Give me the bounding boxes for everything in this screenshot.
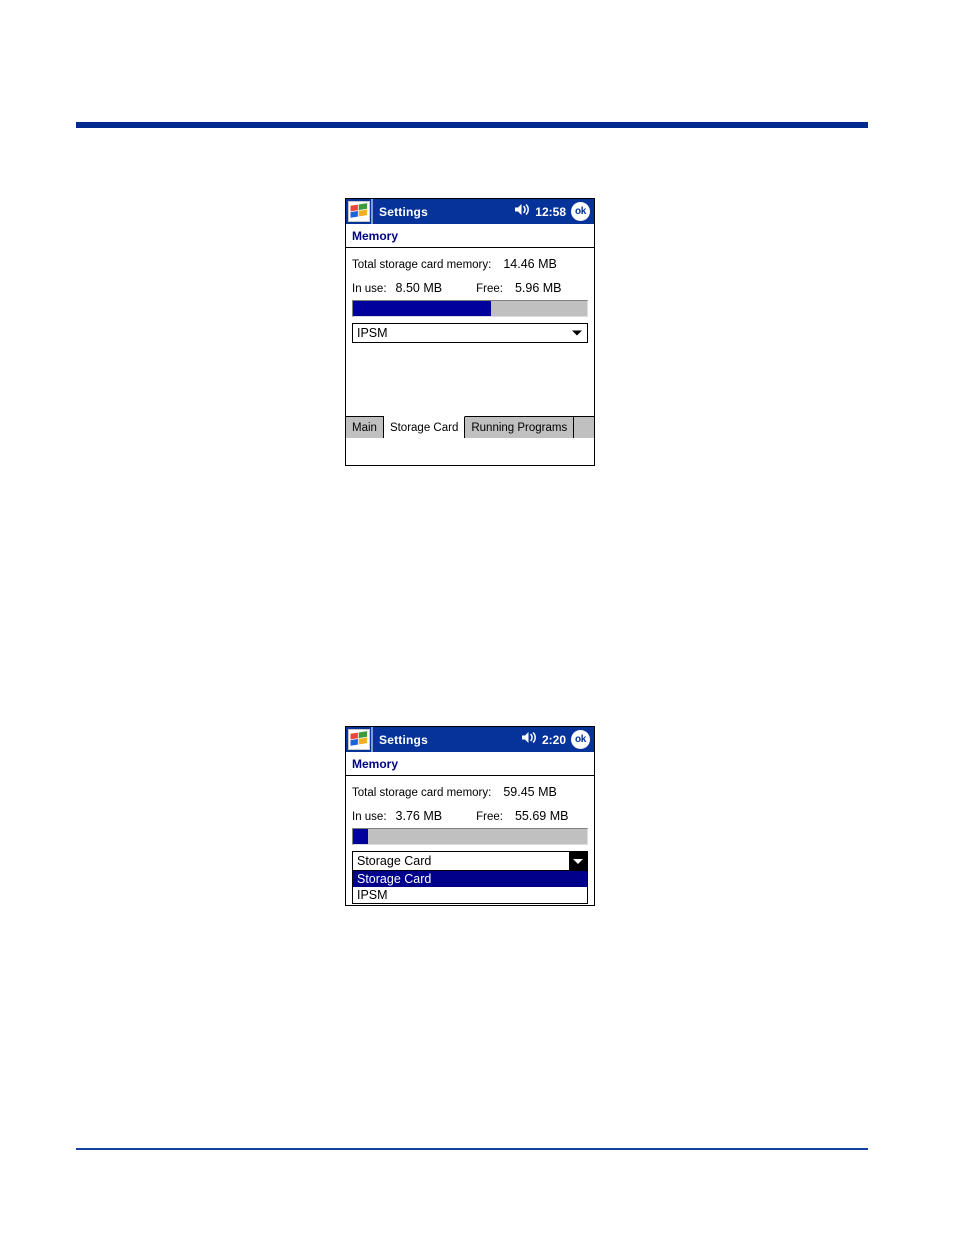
total-storage-value: 14.46 MB [503,257,557,271]
page-title: Memory [352,756,399,771]
memory-usage-bar [352,300,588,317]
total-storage-row: Total storage card memory: 59.45 MB [346,776,594,799]
memory-usage-bar-fill [353,301,491,316]
tab-running-programs[interactable]: Running Programs [465,417,575,438]
pda-title-text: Settings [379,204,428,219]
tab-storage-card[interactable]: Storage Card [383,416,466,438]
pda-clock: 12:58 [535,204,566,219]
pda-screenshot-memory-dropdown-open: Settings 2:20 ok Memory Total storage ca… [345,726,595,906]
inuse-label: In use: [352,811,387,823]
total-storage-label: Total storage card memory: [352,259,492,271]
chevron-down-icon[interactable] [569,852,587,870]
ok-button[interactable]: ok [571,730,590,749]
windows-flag-icon[interactable] [348,201,370,222]
windows-flag-icon[interactable] [348,729,370,750]
storage-select-value: IPSM [357,326,388,340]
tab-running-programs-label: Running Programs [471,421,568,434]
storage-select[interactable]: IPSM [352,323,588,343]
pda-clock: 2:20 [541,732,566,747]
inuse-label: In use: [352,283,387,295]
tab-main-label: Main [352,421,377,434]
title-bar-status-area: 12:58 ok [514,199,590,224]
speaker-icon[interactable] [521,731,537,749]
tab-strip: Main Storage Card Running Programs [346,416,594,438]
inuse-free-row: In use: 3.76 MB Free: 55.69 MB [346,799,594,823]
pda-title-bar: Settings 2:20 ok [346,727,594,752]
app-header: Memory [346,224,594,248]
page-header-rule [76,122,868,128]
app-header: Memory [346,752,594,776]
tab-main[interactable]: Main [346,417,384,438]
free-value: 55.69 MB [514,809,569,823]
pda-title-bar: Settings 12:58 ok [346,199,594,224]
pda-title-text: Settings [379,732,428,747]
page-footer-rule [76,1148,868,1150]
page-title: Memory [352,228,399,243]
inuse-value: 3.76 MB [395,809,443,823]
ok-button[interactable]: ok [571,202,590,221]
title-bar-status-area: 2:20 ok [521,727,590,752]
storage-select[interactable]: Storage Card [352,851,588,871]
inuse-free-row: In use: 8.50 MB Free: 5.96 MB [346,271,594,295]
dropdown-option-storage-card[interactable]: Storage Card [353,871,587,887]
pda-screenshot-memory-storage-card: Settings 12:58 ok Memory Total storage c… [345,198,595,466]
free-value: 5.96 MB [514,281,562,295]
chevron-down-icon[interactable] [572,330,582,336]
speaker-icon[interactable] [514,203,530,221]
pda-content-area: Total storage card memory: 59.45 MB In u… [346,776,594,904]
free-label: Free: [476,283,503,295]
storage-select-value: Storage Card [357,854,432,868]
total-storage-value: 59.45 MB [503,785,557,799]
total-storage-row: Total storage card memory: 14.46 MB [346,248,594,271]
memory-usage-bar [352,828,588,845]
free-label: Free: [476,811,503,823]
tab-strip-filler [574,417,594,438]
memory-usage-bar-fill [353,829,368,844]
pda-content-area: Total storage card memory: 14.46 MB In u… [346,248,594,438]
title-divider [371,199,373,224]
total-storage-label: Total storage card memory: [352,787,492,799]
title-divider [371,727,373,752]
inuse-value: 8.50 MB [395,281,443,295]
dropdown-option-ipsm[interactable]: IPSM [353,887,587,903]
tab-storage-card-label: Storage Card [389,421,459,434]
storage-select-dropdown: Storage Card IPSM [352,871,588,904]
